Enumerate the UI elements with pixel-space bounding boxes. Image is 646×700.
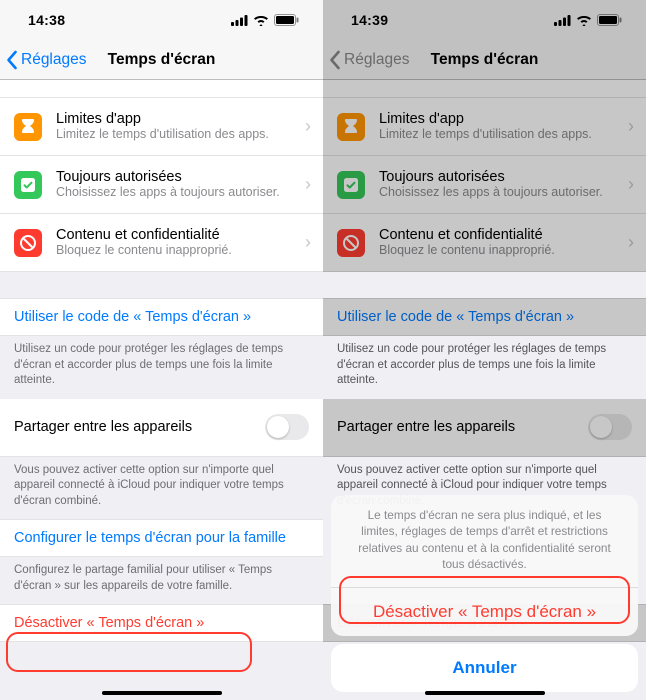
row-app-limits: Limites d'appLimitez le temps d'utilisat…	[323, 98, 646, 156]
chevron-right-icon: ›	[628, 174, 634, 195]
phone-left: 14:38 Réglages Temps d'écran Limites d'a…	[0, 0, 323, 700]
signal-icon	[554, 15, 571, 26]
back-label: Réglages	[21, 51, 87, 69]
row-subtitle: Choisissez les apps à toujours autoriser…	[56, 185, 299, 201]
passcode-footer: Utilisez un code pour protéger les régla…	[0, 336, 323, 399]
row-share-devices[interactable]: Partager entre les appareils	[0, 399, 323, 457]
chevron-right-icon: ›	[628, 116, 634, 137]
action-sheet: Le temps d'écran ne sera plus indiqué, e…	[323, 487, 646, 700]
row-title: Toujours autorisées	[56, 169, 299, 185]
status-indicators	[231, 14, 299, 26]
row-title: Contenu et confidentialité	[379, 227, 622, 243]
share-toggle[interactable]	[265, 414, 309, 440]
no-entry-icon	[337, 229, 365, 257]
status-indicators	[554, 14, 622, 26]
back-label: Réglages	[344, 51, 410, 69]
sheet-cancel-button[interactable]: Annuler	[331, 644, 638, 692]
row-always-allowed: Toujours autoriséesChoisissez les apps à…	[323, 156, 646, 214]
nav-bar: Réglages Temps d'écran	[0, 40, 323, 80]
row-fragment	[323, 80, 646, 98]
row-title: Partager entre les appareils	[14, 419, 265, 435]
chevron-right-icon: ›	[628, 232, 634, 253]
row-fragment	[0, 80, 323, 98]
back-button: Réglages	[323, 50, 410, 70]
disable-row[interactable]: Désactiver « Temps d'écran »	[0, 604, 323, 642]
wifi-icon	[576, 15, 592, 26]
status-bar: 14:38	[0, 0, 323, 40]
passcode-link[interactable]: Utiliser le code de « Temps d'écran »	[0, 298, 323, 336]
row-content-privacy: Contenu et confidentialitéBloquez le con…	[323, 214, 646, 272]
battery-icon	[597, 14, 622, 26]
status-time: 14:39	[351, 12, 388, 28]
home-indicator[interactable]	[102, 691, 222, 696]
chevron-right-icon: ›	[305, 232, 311, 253]
row-app-limits[interactable]: Limites d'app Limitez le temps d'utilisa…	[0, 98, 323, 156]
chevron-left-icon	[329, 50, 342, 70]
check-shield-icon	[337, 171, 365, 199]
row-subtitle: Bloquez le contenu inapproprié.	[379, 243, 622, 259]
hourglass-icon	[337, 113, 365, 141]
row-title: Contenu et confidentialité	[56, 227, 299, 243]
row-subtitle: Choisissez les apps à toujours autoriser…	[379, 185, 622, 201]
chevron-right-icon: ›	[305, 116, 311, 137]
battery-icon	[274, 14, 299, 26]
row-subtitle: Bloquez le contenu inapproprié.	[56, 243, 299, 259]
check-shield-icon	[14, 171, 42, 199]
signal-icon	[231, 15, 248, 26]
home-indicator[interactable]	[425, 691, 545, 696]
family-link[interactable]: Configurer le temps d'écran pour la fami…	[0, 519, 323, 557]
nav-bar: Réglages Temps d'écran	[323, 40, 646, 80]
share-footer: Vous pouvez activer cette option sur n'i…	[0, 457, 323, 520]
wifi-icon	[253, 15, 269, 26]
share-toggle	[588, 414, 632, 440]
back-button[interactable]: Réglages	[0, 50, 87, 70]
no-entry-icon	[14, 229, 42, 257]
row-content-privacy[interactable]: Contenu et confidentialité Bloquez le co…	[0, 214, 323, 272]
phone-right: 14:39 Réglages Temps d'écran Limites d'a…	[323, 0, 646, 700]
row-subtitle: Limitez le temps d'utilisation des apps.	[56, 127, 299, 143]
status-bar: 14:39	[323, 0, 646, 40]
passcode-footer: Utilisez un code pour protéger les régla…	[323, 336, 646, 399]
row-subtitle: Limitez le temps d'utilisation des apps.	[379, 127, 622, 143]
sheet-disable-button[interactable]: Désactiver « Temps d'écran »	[331, 588, 638, 636]
passcode-link: Utiliser le code de « Temps d'écran »	[323, 298, 646, 336]
row-title: Limites d'app	[56, 111, 299, 127]
hourglass-icon	[14, 113, 42, 141]
row-title: Partager entre les appareils	[337, 419, 588, 435]
chevron-left-icon	[6, 50, 19, 70]
sheet-message: Le temps d'écran ne sera plus indiqué, e…	[331, 495, 638, 588]
row-share-devices: Partager entre les appareils	[323, 399, 646, 457]
row-always-allowed[interactable]: Toujours autorisées Choisissez les apps …	[0, 156, 323, 214]
row-title: Toujours autorisées	[379, 169, 622, 185]
row-title: Limites d'app	[379, 111, 622, 127]
chevron-right-icon: ›	[305, 174, 311, 195]
family-footer: Configurez le partage familial pour util…	[0, 557, 323, 604]
status-time: 14:38	[28, 12, 65, 28]
